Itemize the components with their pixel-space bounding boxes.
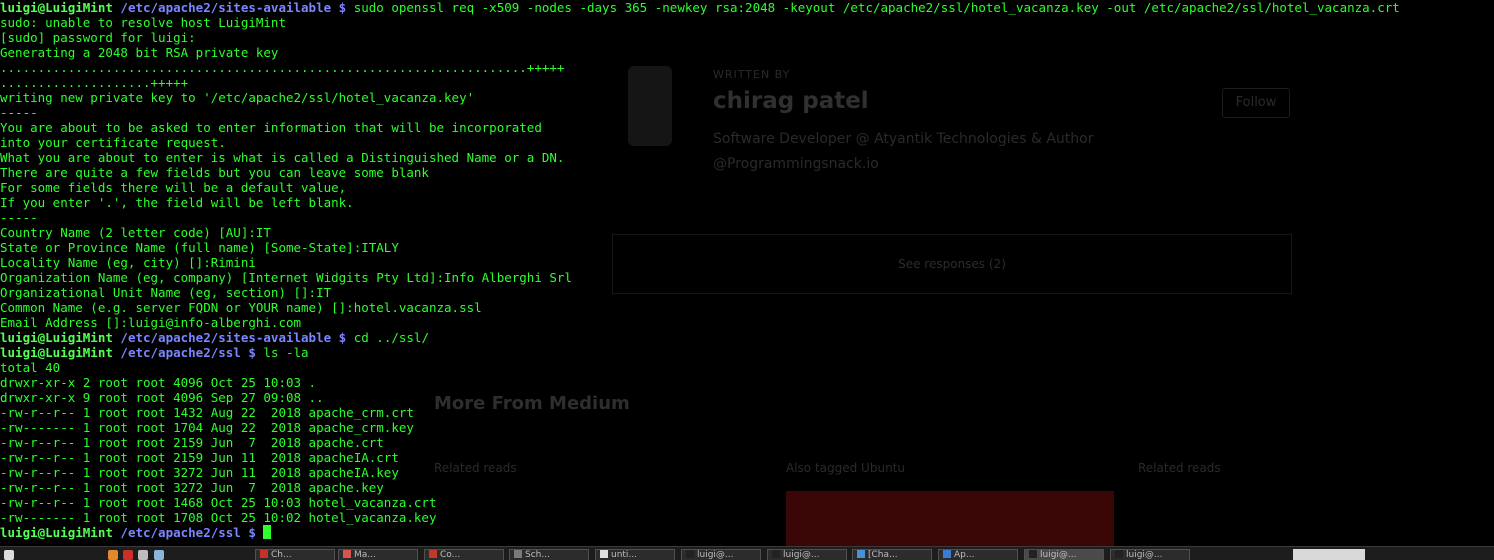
terminal-output-line: -rw-r--r-- 1 root root 2159 Jun 7 2018 a… <box>0 435 384 450</box>
terminal-output-line: If you enter '.', the field will be left… <box>0 195 354 210</box>
window-app-icon <box>600 550 608 558</box>
window-app-icon <box>514 550 522 558</box>
terminal-output-line: Locality Name (eg, city) []:Rimini <box>0 255 256 270</box>
window-app-icon <box>429 550 437 558</box>
terminal-output-line: Organization Name (eg, company) [Interne… <box>0 270 572 285</box>
window-app-icon <box>260 550 268 558</box>
terminal-prompt-line: luigi@LuigiMint /etc/apache2/sites-avail… <box>0 330 1494 345</box>
terminal-output-line: ----- <box>0 210 38 225</box>
terminal-output-line: You are about to be asked to enter infor… <box>0 120 542 135</box>
prompt-command: sudo openssl req -x509 -nodes -days 365 … <box>346 0 1400 15</box>
terminal-output-line: drwxr-xr-x 9 root root 4096 Sep 27 09:08… <box>0 390 324 405</box>
terminal-output-line: -rw-r--r-- 1 root root 2159 Jun 11 2018 … <box>0 450 399 465</box>
terminal-output-line: writing new private key to '/etc/apache2… <box>0 90 475 105</box>
terminal-output-line: Generating a 2048 bit RSA private key <box>0 45 279 60</box>
terminal-prompt-line: luigi@LuigiMint /etc/apache2/sites-avail… <box>0 0 1494 15</box>
prompt-path: /etc/apache2/sites-available $ <box>112 330 347 345</box>
prompt-command: cd ../ssl/ <box>346 330 429 345</box>
window-app-icon <box>943 550 951 558</box>
terminal-output-line: For some fields there will be a default … <box>0 180 347 195</box>
taskbar-window-button[interactable]: luigi@... <box>1024 549 1104 560</box>
window-app-icon <box>343 550 351 558</box>
prompt-user: luigi@LuigiMint <box>0 0 113 15</box>
prompt-user: luigi@LuigiMint <box>0 525 113 540</box>
terminal-output-line: -rw-r--r-- 1 root root 1432 Aug 22 2018 … <box>0 405 414 420</box>
terminal-output-line: total 40 <box>0 360 61 375</box>
window-app-icon <box>686 550 694 558</box>
prompt-command <box>256 525 264 540</box>
terminal-window[interactable]: luigi@LuigiMint /etc/apache2/sites-avail… <box>0 0 1494 546</box>
terminal-output-line: Organizational Unit Name (eg, section) [… <box>0 285 332 300</box>
terminal-output-line: Country Name (2 letter code) [AU]:IT <box>0 225 271 240</box>
prompt-path: /etc/apache2/ssl $ <box>112 525 256 540</box>
terminal-output-line: [sudo] password for luigi: <box>0 30 196 45</box>
prompt-user: luigi@LuigiMint <box>0 345 113 360</box>
window-app-icon <box>857 550 865 558</box>
terminal-output-line: ........................................… <box>0 60 565 75</box>
taskbar-window-button[interactable]: unti... <box>595 549 675 560</box>
taskbar-window-button[interactable]: luigi@... <box>767 549 847 560</box>
terminal-output-line: -rw------- 1 root root 1708 Oct 25 10:02… <box>0 510 437 525</box>
prompt-path: /etc/apache2/sites-available $ <box>112 0 347 15</box>
taskbar: Ch... Ma... Co... Sch... unti... luigi@... lui… <box>0 546 1494 560</box>
taskbar-window-button[interactable]: Ap... <box>938 549 1018 560</box>
taskbar-window-button[interactable]: luigi@... <box>1110 549 1190 560</box>
taskbar-window-button[interactable]: Ch... <box>255 549 335 560</box>
terminal-prompt-line: luigi@LuigiMint /etc/apache2/ssl $ ls -l… <box>0 345 1494 360</box>
terminal-output-line: There are quite a few fields but you can… <box>0 165 429 180</box>
prompt-user: luigi@LuigiMint <box>0 330 113 345</box>
prompt-command: ls -la <box>255 345 309 360</box>
taskbar-window-button[interactable]: Ma... <box>338 549 418 560</box>
terminal-output-line: -rw-r--r-- 1 root root 3272 Jun 11 2018 … <box>0 465 399 480</box>
terminal-output-line: Common Name (e.g. server FQDN or YOUR na… <box>0 300 482 315</box>
terminal-output-line: into your certificate request. <box>0 135 226 150</box>
terminal-cursor[interactable] <box>263 525 272 539</box>
prompt-path: /etc/apache2/ssl $ <box>112 345 256 360</box>
taskbar-window-button[interactable]: luigi@... <box>681 549 761 560</box>
terminal-output-line: What you are about to enter is what is c… <box>0 150 565 165</box>
terminal-output-line: State or Province Name (full name) [Some… <box>0 240 399 255</box>
taskbar-window-button[interactable]: Sch... <box>509 549 589 560</box>
taskbar-window-button[interactable]: Co... <box>424 549 504 560</box>
terminal-output-line: ....................+++++ <box>0 75 189 90</box>
terminal-output-line: sudo: unable to resolve host LuigiMint <box>0 15 286 30</box>
workspace-switcher[interactable] <box>1293 549 1365 560</box>
window-app-icon <box>772 550 780 558</box>
terminal-prompt-line: luigi@LuigiMint /etc/apache2/ssl $ <box>0 525 1494 540</box>
window-app-icon <box>1115 550 1123 558</box>
window-app-icon <box>1029 550 1037 558</box>
taskbar-window-button[interactable]: [Cha... <box>852 549 932 560</box>
terminal-output-line: ----- <box>0 105 38 120</box>
terminal-output-line: Email Address []:luigi@info-alberghi.com <box>0 315 302 330</box>
terminal-output-line: drwxr-xr-x 2 root root 4096 Oct 25 10:03… <box>0 375 317 390</box>
terminal-output-line: -rw-r--r-- 1 root root 1468 Oct 25 10:03… <box>0 495 437 510</box>
terminal-output-line: -rw------- 1 root root 1704 Aug 22 2018 … <box>0 420 414 435</box>
terminal-output-line: -rw-r--r-- 1 root root 3272 Jun 7 2018 a… <box>0 480 384 495</box>
